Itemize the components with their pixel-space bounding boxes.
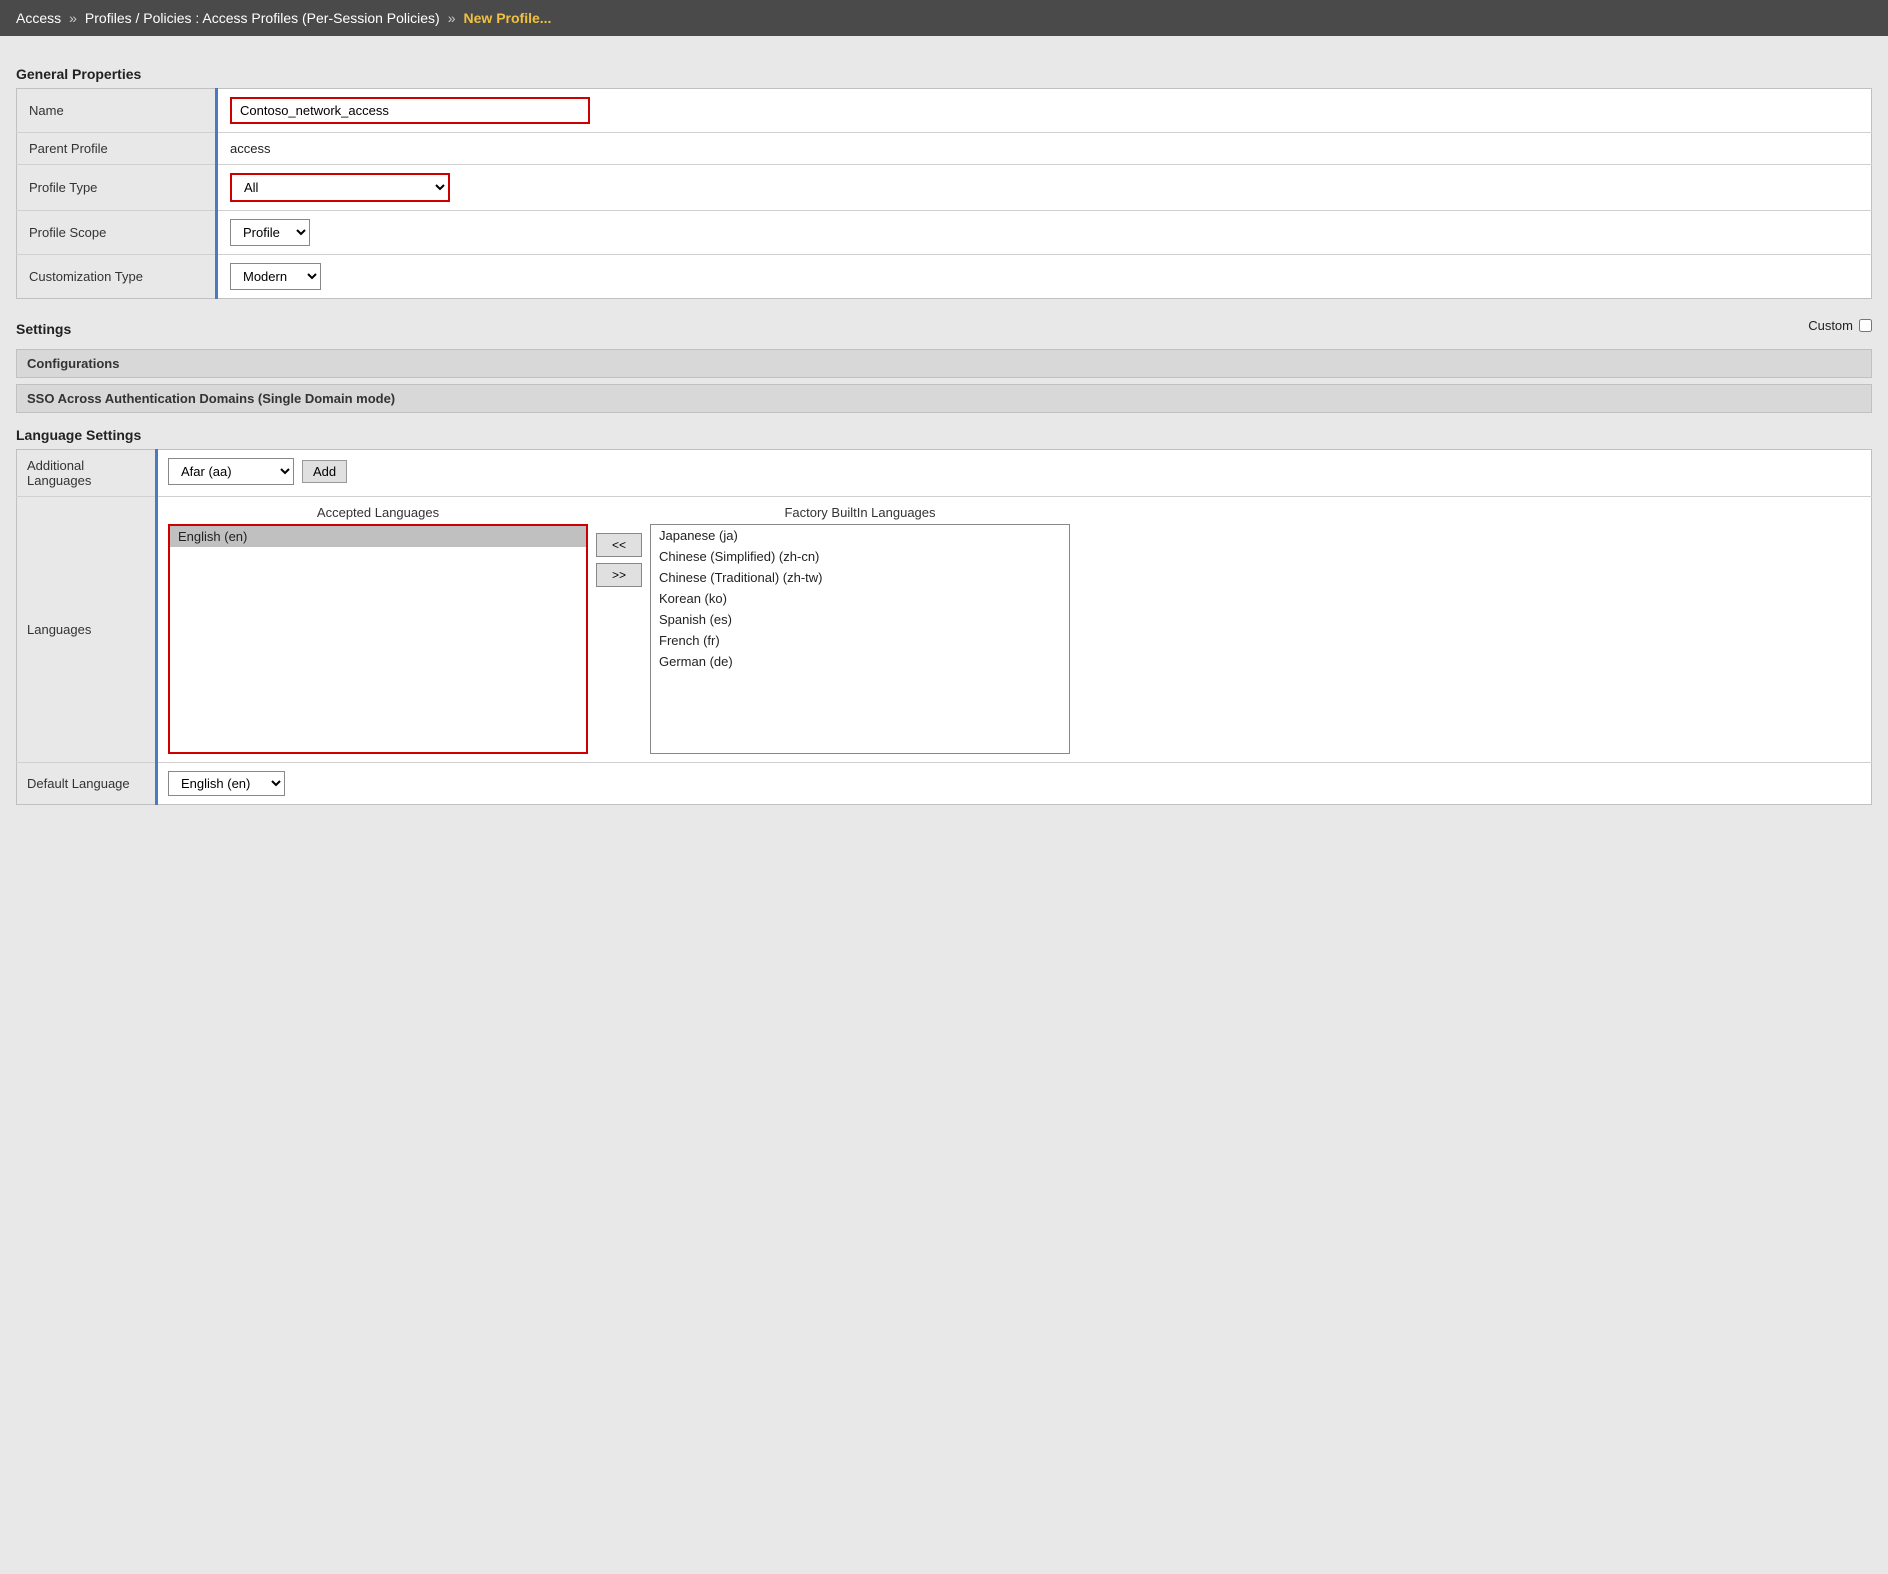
factory-languages-header: Factory BuiltIn Languages [650, 505, 1070, 520]
transfer-buttons: << >> [596, 505, 642, 587]
additional-languages-row: Additional Languages Afar (aa) Abkhazian… [17, 450, 1872, 497]
parent-profile-value: access [217, 133, 1872, 165]
breadcrumb-current: New Profile... [464, 10, 552, 26]
table-row: Profile Type All LTM-APM SSL-VPN ICA [17, 165, 1872, 211]
accepted-languages-panel: Accepted Languages English (en) [168, 505, 588, 754]
additional-language-select[interactable]: Afar (aa) Abkhazian (ab) Afrikaans (af) … [168, 458, 294, 485]
custom-checkbox[interactable] [1859, 319, 1872, 332]
add-lang-row: Afar (aa) Abkhazian (ab) Afrikaans (af) … [168, 458, 1861, 485]
table-row: Customization Type Modern Standard [17, 255, 1872, 299]
sso-bar: SSO Across Authentication Domains (Singl… [16, 384, 1872, 413]
list-item[interactable]: Chinese (Simplified) (zh-cn) [651, 546, 1069, 567]
name-value-cell [217, 89, 1872, 133]
customization-type-select[interactable]: Modern Standard [230, 263, 321, 290]
language-settings-table: Additional Languages Afar (aa) Abkhazian… [16, 449, 1872, 805]
settings-heading: Settings [16, 321, 71, 337]
table-row: Name [17, 89, 1872, 133]
list-item[interactable]: German (de) [651, 651, 1069, 672]
parent-profile-label: Parent Profile [17, 133, 217, 165]
customization-type-value-cell: Modern Standard [217, 255, 1872, 299]
customization-type-label: Customization Type [17, 255, 217, 299]
languages-label: Languages [17, 497, 157, 763]
breadcrumb-access: Access [16, 10, 61, 26]
profile-scope-label: Profile Scope [17, 211, 217, 255]
accepted-languages-listbox[interactable]: English (en) [168, 524, 588, 754]
add-language-button[interactable]: Add [302, 460, 347, 483]
factory-languages-listbox[interactable]: Japanese (ja) Chinese (Simplified) (zh-c… [650, 524, 1070, 754]
profile-type-select[interactable]: All LTM-APM SSL-VPN ICA [230, 173, 450, 202]
profile-scope-select[interactable]: Profile Global Named [230, 219, 310, 246]
name-input[interactable] [230, 97, 590, 124]
default-language-value-cell: English (en) Japanese (ja) French (fr) G… [157, 763, 1872, 805]
name-label: Name [17, 89, 217, 133]
list-item[interactable]: Chinese (Traditional) (zh-tw) [651, 567, 1069, 588]
additional-languages-label: Additional Languages [17, 450, 157, 497]
custom-label: Custom [1808, 318, 1853, 333]
languages-row: Languages Accepted Languages English (en… [17, 497, 1872, 763]
breadcrumb: Access » Profiles / Policies : Access Pr… [0, 0, 1888, 36]
profile-scope-value-cell: Profile Global Named [217, 211, 1872, 255]
general-properties-heading: General Properties [16, 66, 1872, 82]
factory-languages-panel: Factory BuiltIn Languages Japanese (ja) … [650, 505, 1070, 754]
default-language-row: Default Language English (en) Japanese (… [17, 763, 1872, 805]
settings-custom: Custom [1808, 318, 1872, 333]
breadcrumb-profiles: Profiles / Policies : Access Profiles (P… [85, 10, 440, 26]
settings-row: Settings Custom [16, 307, 1872, 343]
language-settings-heading: Language Settings [16, 427, 1872, 443]
default-language-select[interactable]: English (en) Japanese (ja) French (fr) G… [168, 771, 285, 796]
default-language-label: Default Language [17, 763, 157, 805]
additional-languages-value-cell: Afar (aa) Abkhazian (ab) Afrikaans (af) … [157, 450, 1872, 497]
list-item[interactable]: English (en) [170, 526, 586, 547]
languages-value-cell: Accepted Languages English (en) << >> Fa… [157, 497, 1872, 763]
table-row: Profile Scope Profile Global Named [17, 211, 1872, 255]
profile-type-value-cell: All LTM-APM SSL-VPN ICA [217, 165, 1872, 211]
table-row: Parent Profile access [17, 133, 1872, 165]
transfer-right-button[interactable]: >> [596, 563, 642, 587]
transfer-left-button[interactable]: << [596, 533, 642, 557]
general-properties-table: Name Parent Profile access Profile Type … [16, 88, 1872, 299]
configurations-bar: Configurations [16, 349, 1872, 378]
dual-list-container: Accepted Languages English (en) << >> Fa… [168, 505, 1861, 754]
list-item[interactable]: Japanese (ja) [651, 525, 1069, 546]
profile-type-label: Profile Type [17, 165, 217, 211]
list-item[interactable]: Korean (ko) [651, 588, 1069, 609]
list-item[interactable]: French (fr) [651, 630, 1069, 651]
accepted-languages-header: Accepted Languages [168, 505, 588, 520]
list-item[interactable]: Spanish (es) [651, 609, 1069, 630]
